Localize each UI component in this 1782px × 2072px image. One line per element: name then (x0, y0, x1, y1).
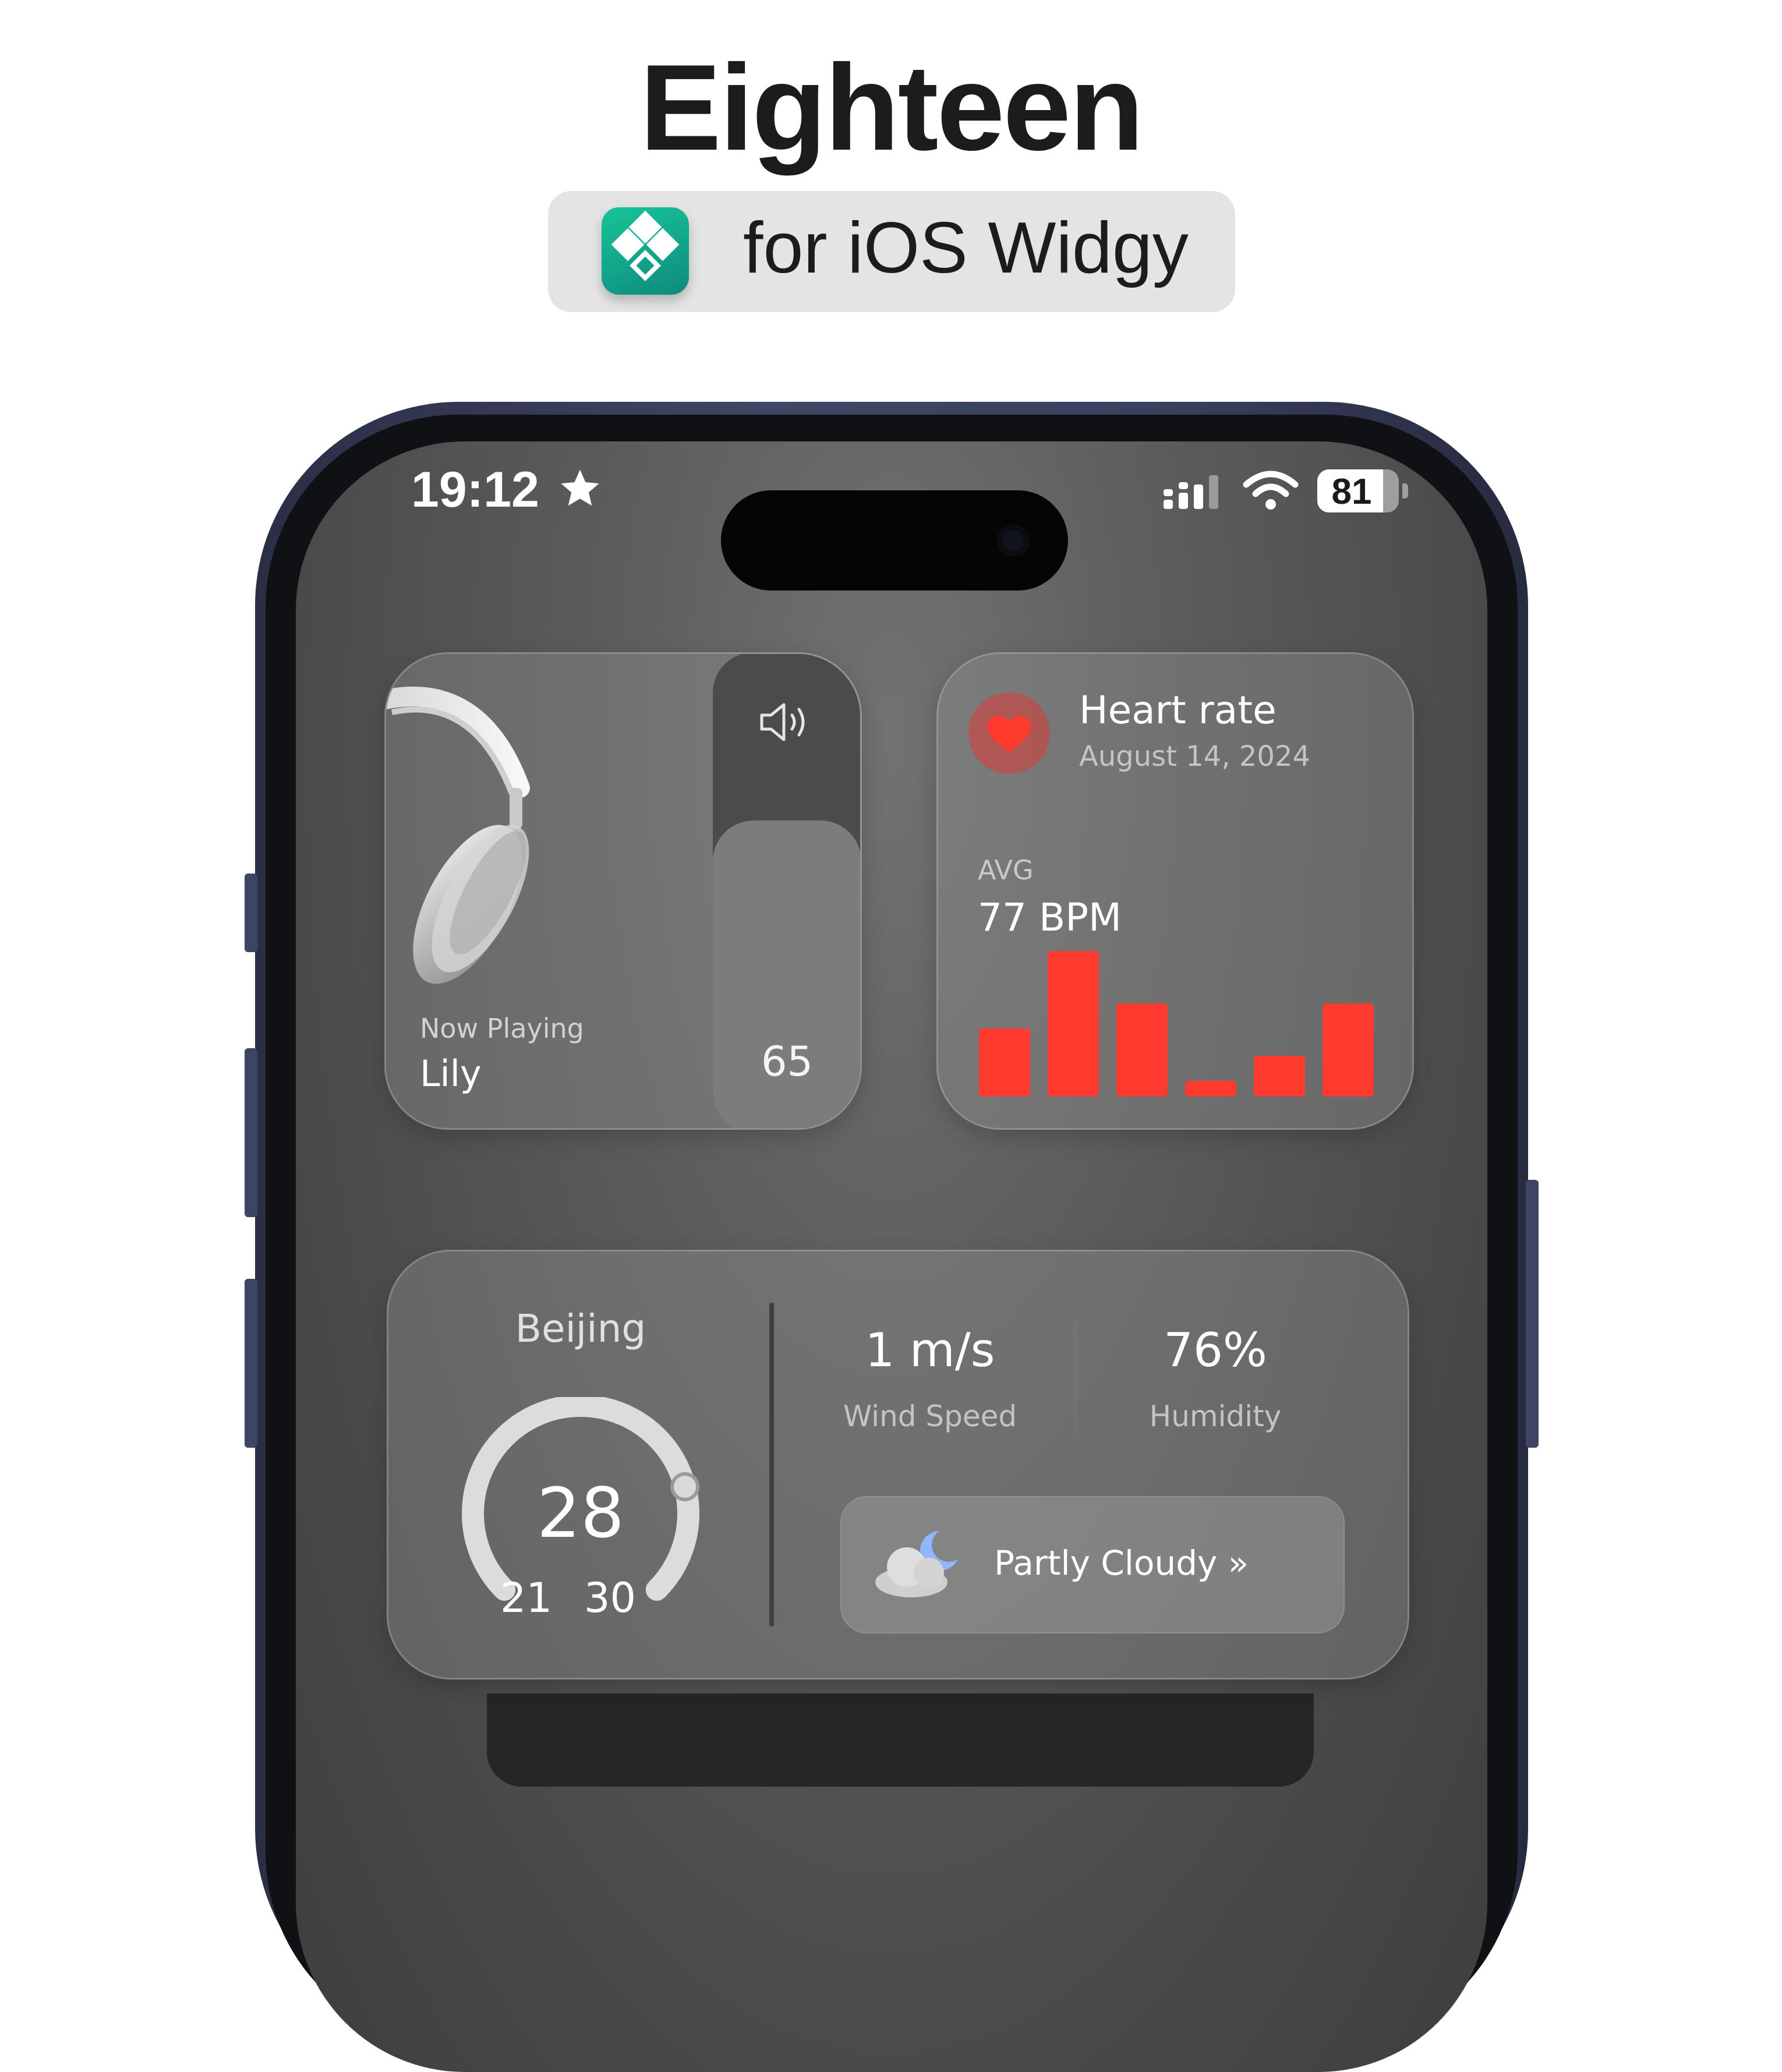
volume-down-button[interactable] (245, 1279, 257, 1448)
heart-rate-chart (979, 951, 1387, 1097)
now-playing-label: Now Playing (420, 1013, 584, 1044)
humidity-value: 76% (1164, 1323, 1267, 1377)
volume-value: 65 (761, 1038, 814, 1085)
heart-rate-widget[interactable]: Heart rate August 14, 2024 AVG 77 BPM (936, 652, 1414, 1130)
wifi-icon (1243, 471, 1299, 510)
condition-label: Partly Cloudy » (994, 1543, 1249, 1583)
condition-button[interactable]: Partly Cloudy » (840, 1496, 1345, 1633)
widget-stack-shadow (487, 1693, 1314, 1787)
power-button[interactable] (1526, 1180, 1539, 1448)
heart-icon-badge (968, 692, 1050, 774)
action-button[interactable] (245, 874, 257, 952)
cellular-signal-icon (1164, 475, 1218, 509)
city-name: Beijing (515, 1306, 646, 1351)
heart-rate-bar (1185, 1081, 1236, 1097)
low-temperature: 21 (500, 1574, 553, 1622)
front-camera (997, 524, 1030, 557)
page-title: Eighteen (639, 39, 1144, 176)
headphones-image (386, 687, 530, 984)
track-title: Lily (420, 1052, 482, 1095)
heart-rate-bar (1323, 1003, 1374, 1097)
humidity-label: Humidity (1149, 1399, 1282, 1433)
battery-indicator: 81 (1317, 469, 1399, 512)
heart-icon (987, 716, 1031, 752)
avg-label: AVG (978, 854, 1034, 886)
partly-cloudy-night-icon (875, 1531, 958, 1597)
heart-rate-bar (979, 1028, 1030, 1097)
status-time: 19:12 (411, 465, 603, 515)
heart-rate-title: Heart rate (1079, 688, 1277, 733)
weather-widget[interactable]: Beijing 28 21 30 1 m/s Wind Speed 76% Hu… (387, 1250, 1409, 1679)
subtitle-pill: for iOS Widgy (548, 191, 1235, 312)
avg-value: 77 BPM (978, 895, 1122, 940)
battery-cap (1402, 483, 1408, 498)
volume-up-button[interactable] (245, 1048, 257, 1217)
volume-slider[interactable]: 65 (713, 654, 860, 1128)
high-temperature: 30 (584, 1574, 637, 1622)
widgy-app-icon (602, 207, 689, 295)
speaker-icon (760, 703, 805, 741)
phone-screen: 19:12 81 65 Now Playing Lily Heart rate … (296, 441, 1487, 2072)
star-icon (561, 469, 599, 506)
stats-divider (1073, 1316, 1077, 1435)
heart-rate-date: August 14, 2024 (1079, 740, 1310, 773)
battery-level: 81 (1331, 472, 1372, 512)
heart-rate-bar (1116, 1003, 1168, 1097)
current-temperature: 28 (536, 1473, 625, 1553)
dynamic-island (721, 490, 1068, 591)
now-playing-widget[interactable]: 65 Now Playing Lily (384, 652, 862, 1130)
wind-speed-value: 1 m/s (865, 1323, 995, 1377)
weather-divider (769, 1303, 774, 1627)
subtitle-text: for iOS Widgy (743, 208, 1189, 288)
heart-rate-bar (1048, 951, 1099, 1097)
wind-speed-label: Wind Speed (843, 1399, 1017, 1433)
heart-rate-bar (1254, 1056, 1305, 1097)
